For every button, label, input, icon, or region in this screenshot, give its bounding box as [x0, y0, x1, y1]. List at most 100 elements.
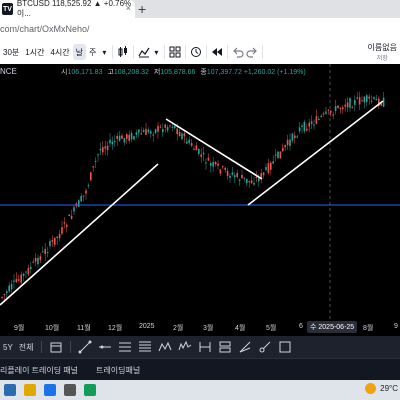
candle-body [162, 129, 164, 133]
trendline-1[interactable] [0, 163, 159, 306]
browser-tab[interactable]: TV BTCUSD 118,525.92 ▲ +0.76% 이... × [0, 0, 135, 18]
candle-body [210, 163, 212, 166]
candle-body [306, 128, 308, 131]
layout-grid-icon[interactable] [168, 45, 182, 59]
candle-body [157, 125, 159, 132]
candlestick-canvas[interactable] [0, 64, 400, 319]
candle-body [147, 129, 150, 133]
candle-body [140, 133, 142, 135]
candle-body [63, 222, 66, 224]
candle-body [92, 166, 94, 168]
candle-body [106, 145, 109, 151]
file-explorer-icon[interactable] [24, 384, 36, 396]
candle-body [109, 139, 111, 144]
browser-app-icon[interactable] [4, 384, 16, 396]
pattern-tool-icon[interactable] [157, 339, 173, 355]
candle-body [346, 102, 349, 108]
save-layout-button[interactable]: 이름없음 저장 [365, 40, 400, 64]
chevron-down-icon[interactable]: ▾ [99, 40, 109, 64]
candle-body [327, 109, 330, 111]
candle-body [13, 280, 15, 282]
interval-30m-button[interactable]: 30분 [0, 40, 22, 64]
indicators-icon[interactable] [137, 45, 151, 59]
replay-trading-panel-tab[interactable]: 리플레이 트레이딩 패널 [0, 365, 78, 376]
long-position-tool-icon[interactable] [217, 339, 233, 355]
candle-body [99, 148, 102, 151]
candle-body [138, 129, 140, 133]
replay-icon[interactable] [210, 45, 224, 59]
symbol-label[interactable]: NCE [0, 67, 17, 76]
calendar-icon[interactable] [48, 339, 64, 355]
url-text[interactable]: com/chart/OxMxNeho/ [0, 22, 90, 36]
candle-body [214, 161, 217, 165]
range-all-button[interactable]: 전체 [16, 342, 37, 353]
horizontal-ray-tool-icon[interactable] [97, 339, 113, 355]
chrome-icon[interactable] [44, 384, 56, 396]
candle-body [128, 134, 130, 141]
interval-4h-button[interactable]: 4시간 [47, 40, 72, 64]
interval-1h-button[interactable]: 1시간 [22, 40, 47, 64]
address-bar[interactable]: com/chart/OxMxNeho/ [0, 18, 400, 41]
parallel-channel-tool-icon[interactable] [117, 339, 133, 355]
toolbar-divider [206, 45, 208, 59]
app-icon[interactable] [64, 384, 76, 396]
candle-body [166, 126, 169, 131]
candle-body [145, 128, 147, 135]
new-tab-button[interactable]: + [138, 1, 146, 17]
elliott-wave-tool-icon[interactable] [177, 339, 193, 355]
time-label: 3월 [203, 325, 214, 332]
trend-line-tool-icon[interactable] [77, 339, 93, 355]
tab-title: BTCUSD 118,525.92 ▲ +0.76% 이... [16, 0, 132, 18]
candle-body [248, 181, 250, 183]
candle-body [236, 172, 238, 177]
crosshair-date-label: 수 2025-06-25 [307, 321, 358, 333]
projection-tool-icon[interactable] [237, 339, 253, 355]
redo-icon[interactable] [245, 45, 259, 59]
candle-body [66, 224, 68, 227]
time-label: 11월 [77, 325, 91, 332]
range-5y-button[interactable]: 5Y [0, 343, 16, 352]
interval-week-button[interactable]: 주 [86, 40, 99, 64]
time-label: 8월 [363, 325, 374, 332]
bottom-panel-tabs: 리플레이 트레이딩 패널 트레이딩패널 [0, 358, 400, 381]
alert-icon[interactable] [189, 45, 203, 59]
interval-day-button[interactable]: 날 [72, 44, 86, 60]
candle-body [219, 169, 222, 174]
chevron-down-icon[interactable]: ▾ [151, 40, 161, 64]
close-tab-icon[interactable]: × [126, 3, 131, 13]
toolbar-divider [185, 45, 187, 59]
candle-body [224, 167, 226, 170]
candle-body [51, 240, 54, 242]
trading-panel-tab[interactable]: 트레이딩패널 [96, 365, 140, 376]
candle-body [195, 145, 198, 151]
toolbar-divider [133, 45, 135, 59]
candle-body [226, 170, 229, 176]
candle-body [241, 174, 243, 179]
change-value: +1,260.02 (+1.19%) [243, 69, 306, 76]
brush-tool-icon[interactable] [257, 339, 273, 355]
candle-body [375, 98, 378, 101]
app-icon[interactable] [84, 384, 96, 396]
candle-body [284, 145, 286, 148]
candle-body [94, 160, 97, 162]
trendline-3[interactable] [247, 100, 384, 206]
candle-body [279, 151, 282, 159]
weather-widget[interactable]: 29°C [365, 383, 398, 394]
candle-body [181, 133, 183, 139]
candle-body [349, 98, 351, 108]
candle-body [20, 274, 22, 283]
undo-icon[interactable] [231, 45, 245, 59]
fib-retracement-tool-icon[interactable] [137, 339, 153, 355]
rectangle-tool-icon[interactable] [277, 339, 293, 355]
candle-body [202, 152, 205, 155]
high-value: 108,208.32 [113, 69, 149, 76]
candle-body [289, 139, 291, 146]
price-chart[interactable]: NCE 시106,171.83 고108,208.32 저105,878.66 … [0, 64, 400, 319]
time-axis[interactable]: 9월 10월 11월 12월 2025 2월 3월 4월 5월 6 수 2025… [0, 319, 400, 336]
candle-body [250, 180, 253, 184]
trendline-2[interactable] [165, 118, 263, 180]
candle-body [303, 121, 306, 132]
date-range-tool-icon[interactable] [197, 339, 213, 355]
candle-style-icon[interactable] [116, 45, 130, 59]
candle-body [238, 179, 241, 181]
